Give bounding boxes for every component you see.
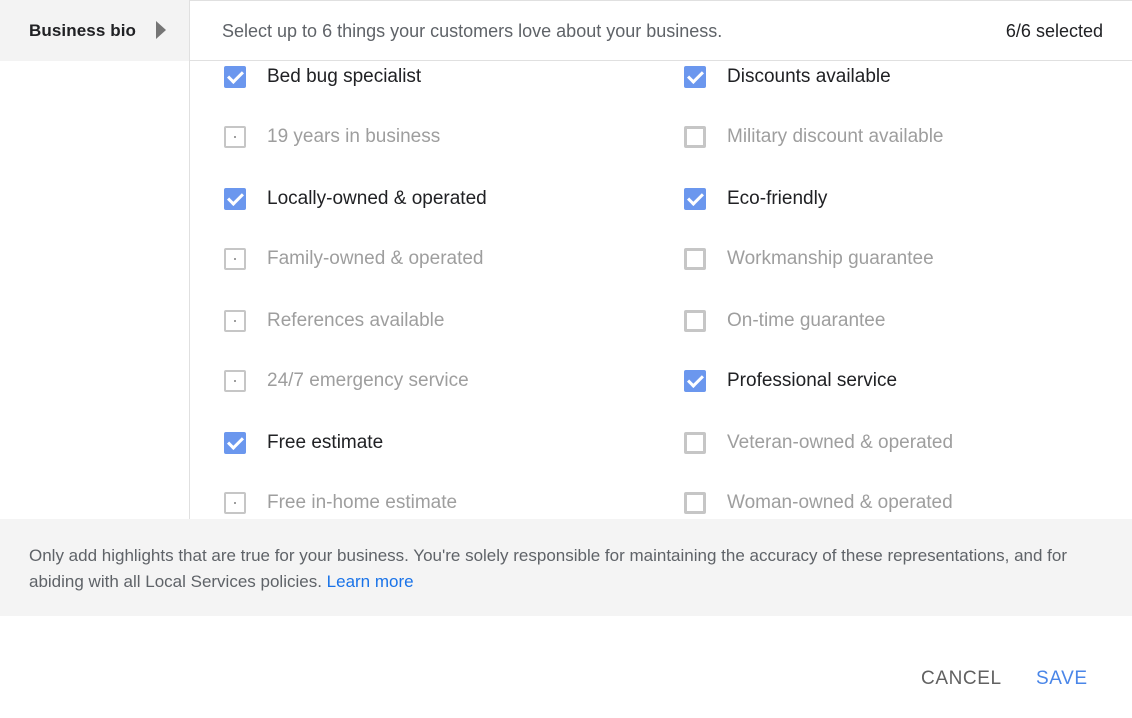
- highlight-option[interactable]: Eco-friendly: [684, 184, 827, 214]
- checkbox-unchecked[interactable]: [684, 432, 706, 454]
- highlight-option[interactable]: Free estimate: [224, 428, 383, 458]
- learn-more-link[interactable]: Learn more: [327, 572, 414, 591]
- option-label: Professional service: [727, 370, 898, 391]
- option-label: Military discount available: [727, 126, 944, 147]
- option-label: Veteran-owned & operated: [727, 432, 954, 453]
- option-label: Free estimate: [267, 432, 384, 453]
- cancel-button[interactable]: CANCEL: [921, 668, 1002, 690]
- option-label: 19 years in business: [267, 126, 441, 147]
- option-label: 24/7 emergency service: [267, 370, 469, 391]
- option-label: Locally-owned & operated: [267, 188, 487, 209]
- highlight-option[interactable]: Military discount available: [684, 122, 944, 152]
- highlight-option[interactable]: References available: [224, 306, 444, 336]
- disclaimer-text: Only add highlights that are true for yo…: [29, 543, 1109, 595]
- option-label: Family-owned & operated: [267, 248, 484, 269]
- checkbox-unchecked[interactable]: [224, 492, 246, 514]
- sidebar-item-label: Business bio: [29, 20, 137, 40]
- highlight-option[interactable]: Family-owned & operated: [224, 244, 484, 274]
- highlight-option[interactable]: Professional service: [684, 366, 897, 396]
- highlight-option[interactable]: Discounts available: [684, 62, 891, 92]
- checkbox-checked[interactable]: [684, 370, 706, 392]
- sidebar: Business bio: [0, 0, 190, 519]
- save-button[interactable]: SAVE: [1036, 668, 1088, 690]
- checkbox-checked[interactable]: [684, 66, 706, 88]
- checkbox-checked[interactable]: [224, 432, 246, 454]
- highlight-option[interactable]: Veteran-owned & operated: [684, 428, 953, 458]
- option-label: Bed bug specialist: [267, 66, 422, 87]
- checkbox-unchecked[interactable]: [224, 310, 246, 332]
- option-label: References available: [267, 310, 445, 331]
- disclaimer-body: Only add highlights that are true for yo…: [29, 546, 1068, 591]
- checkbox-unchecked[interactable]: [224, 126, 246, 148]
- checkbox-unchecked[interactable]: [684, 126, 706, 148]
- highlight-option[interactable]: 19 years in business: [224, 122, 440, 152]
- instruction-text: Select up to 6 things your customers lov…: [222, 21, 723, 41]
- checkbox-checked[interactable]: [224, 66, 246, 88]
- selected-count: 6/6 selected: [1005, 21, 1103, 41]
- highlight-option[interactable]: Locally-owned & operated: [224, 184, 487, 214]
- checkbox-checked[interactable]: [684, 188, 706, 210]
- highlight-option[interactable]: Free in-home estimate: [224, 488, 457, 518]
- triangle-right-icon: [156, 21, 166, 39]
- checkbox-unchecked[interactable]: [684, 248, 706, 270]
- option-label: Free in-home estimate: [267, 492, 458, 513]
- highlight-option[interactable]: On-time guarantee: [684, 306, 885, 336]
- highlight-option[interactable]: Workmanship guarantee: [684, 244, 934, 274]
- option-label: Discounts available: [727, 66, 891, 87]
- option-label: Workmanship guarantee: [727, 248, 934, 269]
- highlight-option[interactable]: Woman-owned & operated: [684, 488, 953, 518]
- highlight-option[interactable]: 24/7 emergency service: [224, 366, 469, 396]
- disclaimer-panel: Only add highlights that are true for yo…: [0, 519, 1132, 616]
- checkbox-unchecked[interactable]: [224, 370, 246, 392]
- highlights-header: Select up to 6 things your customers lov…: [190, 0, 1132, 61]
- checkbox-unchecked[interactable]: [684, 492, 706, 514]
- checkbox-unchecked[interactable]: [224, 248, 246, 270]
- option-label: Woman-owned & operated: [727, 492, 953, 513]
- option-label: Eco-friendly: [727, 188, 828, 209]
- checkbox-checked[interactable]: [224, 188, 246, 210]
- checkbox-unchecked[interactable]: [684, 310, 706, 332]
- highlight-option[interactable]: Bed bug specialist: [224, 62, 421, 92]
- option-label: On-time guarantee: [727, 310, 886, 331]
- sidebar-item-business-bio[interactable]: Business bio: [0, 0, 189, 61]
